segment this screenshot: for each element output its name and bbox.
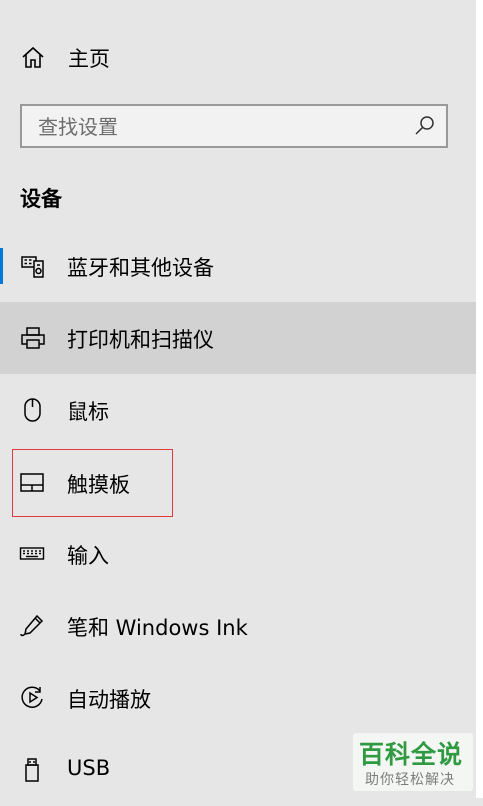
home-link[interactable]: 主页 — [0, 30, 476, 84]
autoplay-icon — [19, 684, 47, 712]
keyboard-icon — [19, 540, 47, 568]
nav-item-autoplay[interactable]: 自动播放 — [0, 662, 476, 734]
nav-item-label: USB — [67, 756, 111, 780]
section-title: 设备 — [20, 187, 62, 211]
watermark-logo: 百科全说 助你轻松解决 — [353, 733, 473, 791]
search-icon[interactable] — [414, 115, 436, 137]
nav-item-label: 触摸板 — [67, 473, 130, 497]
nav-item-bluetooth[interactable]: 蓝牙和其他设备 — [0, 230, 476, 302]
nav-item-label: 笔和 Windows Ink — [67, 616, 248, 640]
search-input[interactable] — [22, 106, 420, 148]
nav-item-label: 自动播放 — [67, 688, 151, 712]
bluetooth-devices-icon — [19, 252, 47, 280]
nav-item-pen[interactable]: 笔和 Windows Ink — [0, 590, 476, 662]
nav-item-mouse[interactable]: 鼠标 — [0, 374, 476, 446]
home-icon — [20, 45, 46, 71]
nav-item-typing[interactable]: 输入 — [0, 518, 476, 590]
nav-item-printers[interactable]: 打印机和扫描仪 — [0, 302, 476, 374]
pen-icon — [19, 612, 47, 640]
printer-icon — [19, 324, 47, 352]
watermark-subtitle: 助你轻松解决 — [365, 772, 455, 788]
home-label: 主页 — [68, 47, 110, 71]
nav-item-label: 输入 — [67, 544, 109, 568]
watermark-title: 百科全说 — [359, 740, 464, 769]
search-box[interactable] — [20, 104, 448, 148]
window-edge — [476, 0, 483, 798]
touchpad-icon — [19, 469, 47, 497]
nav-item-label: 打印机和扫描仪 — [67, 328, 214, 352]
nav-item-label: 鼠标 — [67, 400, 109, 424]
nav-item-touchpad[interactable]: 触摸板 — [0, 447, 476, 519]
nav-item-label: 蓝牙和其他设备 — [67, 256, 214, 280]
usb-icon — [19, 756, 47, 784]
mouse-icon — [19, 396, 47, 424]
